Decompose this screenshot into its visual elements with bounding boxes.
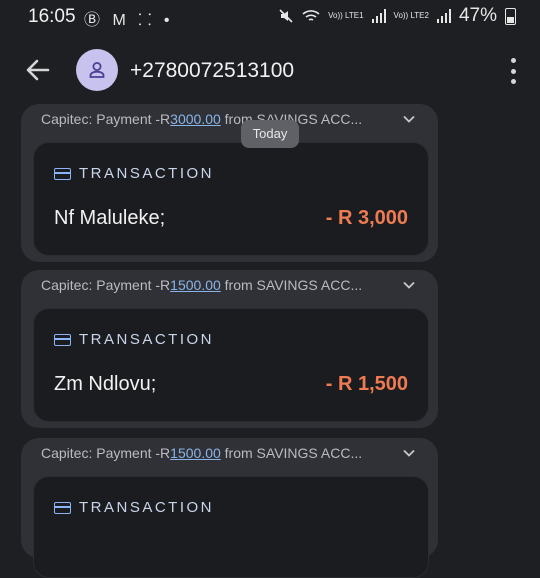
- chevron-down-icon[interactable]: [402, 278, 416, 292]
- battery-icon: [505, 7, 516, 25]
- transaction-recipient: Nf Maluleke;: [54, 207, 166, 229]
- message-bubble[interactable]: Capitec: Payment -R1500.00 from SAVINGS …: [21, 438, 438, 578]
- transaction-label: TRANSACTION: [54, 331, 214, 348]
- notification-icons: Ⓑ M ⸬ •: [84, 12, 174, 29]
- status-bar: 16:05 Ⓑ M ⸬ • Vo)) LTE1 Vo)) LTE2 47%: [0, 0, 540, 34]
- contact-phone-number[interactable]: +2780072513100: [130, 59, 294, 83]
- signal1-icon: [371, 9, 386, 23]
- status-time: 16:05: [28, 6, 76, 27]
- transaction-label: TRANSACTION: [54, 499, 214, 516]
- credit-card-icon: [54, 333, 71, 346]
- wifi-icon: [302, 10, 320, 21]
- credit-card-icon: [54, 501, 71, 514]
- message-summary: Capitec: Payment -R1500.00 from SAVINGS …: [41, 445, 362, 461]
- transaction-card[interactable]: TRANSACTION: [33, 476, 429, 578]
- volte2-label: Vo)) LTE2: [393, 11, 429, 20]
- status-right: Vo)) LTE1 Vo)) LTE2 47%: [278, 5, 516, 27]
- transaction-amount: - R 3,000: [325, 207, 408, 229]
- transaction-label: TRANSACTION: [54, 165, 214, 182]
- mute-icon: [279, 9, 293, 23]
- summary-prefix: Capitec: Payment -R: [41, 111, 171, 127]
- summary-amount-link[interactable]: 1500.00: [170, 445, 221, 461]
- more-options-icon[interactable]: [508, 58, 518, 84]
- summary-prefix: Capitec: Payment -R: [41, 445, 171, 461]
- chevron-down-icon[interactable]: [402, 112, 416, 126]
- message-summary: Capitec: Payment -R1500.00 from SAVINGS …: [41, 277, 362, 293]
- transaction-label-text: TRANSACTION: [79, 165, 215, 182]
- transaction-amount: - R 1,500: [325, 373, 408, 395]
- transaction-card[interactable]: TRANSACTION Nf Maluleke; - R 3,000: [33, 142, 429, 256]
- volte1-label: Vo)) LTE1: [328, 11, 364, 20]
- app-bar: +2780072513100: [0, 44, 540, 100]
- message-bubble[interactable]: Capitec: Payment -R1500.00 from SAVINGS …: [21, 270, 438, 428]
- transaction-recipient: Zm Ndlovu;: [54, 373, 157, 395]
- battery-percent: 47%: [458, 5, 497, 26]
- message-bubble[interactable]: Capitec: Payment -R3000.00 from SAVINGS …: [21, 104, 438, 262]
- message-summary: Capitec: Payment -R3000.00 from SAVINGS …: [41, 111, 362, 127]
- summary-suffix: from SAVINGS ACC...: [220, 445, 363, 461]
- date-chip: Today: [241, 120, 299, 148]
- transaction-label-text: TRANSACTION: [79, 499, 215, 516]
- contact-avatar[interactable]: [76, 49, 118, 91]
- summary-suffix: from SAVINGS ACC...: [220, 277, 363, 293]
- chevron-down-icon[interactable]: [402, 446, 416, 460]
- summary-amount-link[interactable]: 3000.00: [170, 111, 221, 127]
- person-icon: [89, 62, 105, 78]
- summary-amount-link[interactable]: 1500.00: [170, 277, 221, 293]
- transaction-label-text: TRANSACTION: [79, 331, 215, 348]
- credit-card-icon: [54, 167, 71, 180]
- summary-prefix: Capitec: Payment -R: [41, 277, 171, 293]
- back-arrow-icon[interactable]: [22, 54, 54, 86]
- signal2-icon: [436, 9, 451, 23]
- transaction-card[interactable]: TRANSACTION Zm Ndlovu; - R 1,500: [33, 308, 429, 422]
